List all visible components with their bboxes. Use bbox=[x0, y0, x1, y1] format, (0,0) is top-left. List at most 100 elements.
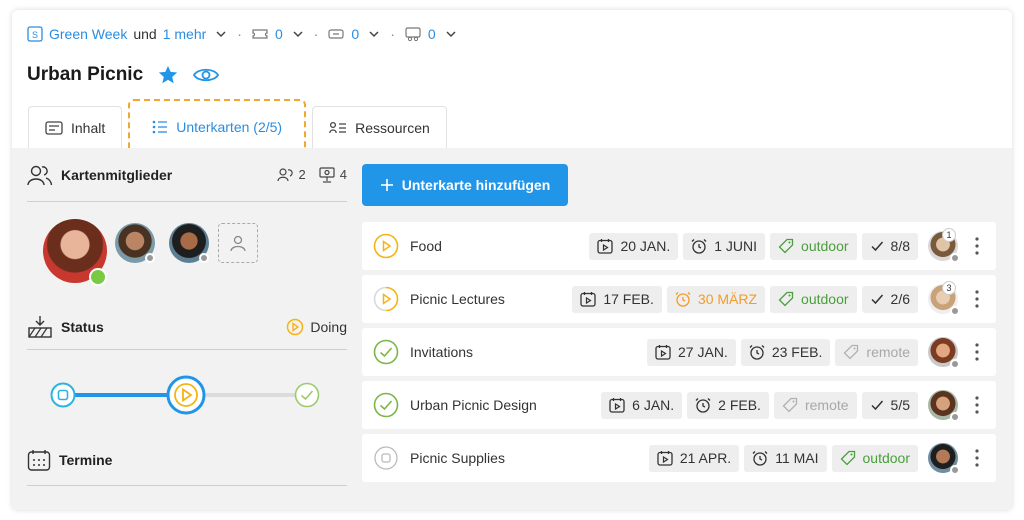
tab-label: Ressourcen bbox=[355, 119, 430, 136]
step-done-icon[interactable] bbox=[294, 382, 320, 408]
members-section-header: Kartenmitglieder 2 4 bbox=[27, 148, 347, 202]
star-icon[interactable] bbox=[157, 64, 179, 86]
checklist-progress: 8/8 bbox=[890, 238, 910, 254]
tab-label: Inhalt bbox=[71, 119, 106, 136]
resources-icon bbox=[329, 121, 347, 133]
start-date: 17 FEB. bbox=[603, 291, 654, 307]
chevron-down-icon[interactable] bbox=[214, 27, 228, 41]
tag-icon bbox=[844, 344, 859, 360]
check-icon bbox=[871, 241, 883, 252]
tab-subcards[interactable]: Unterkarten (2/5) bbox=[128, 99, 307, 155]
chevron-down-icon[interactable] bbox=[367, 27, 381, 41]
project-link[interactable]: Green Week bbox=[49, 26, 127, 42]
chevron-down-icon[interactable] bbox=[291, 27, 305, 41]
subcard-status-icon[interactable] bbox=[373, 445, 399, 471]
due-date-icon bbox=[691, 239, 707, 254]
subcard-status-icon[interactable] bbox=[373, 392, 399, 418]
watchers-icon[interactable] bbox=[276, 167, 295, 182]
start-date-chip[interactable]: 21 APR. bbox=[648, 444, 740, 472]
checklist-chip[interactable]: 5/5 bbox=[861, 391, 918, 419]
tag-chip[interactable]: remote bbox=[835, 338, 918, 366]
chevron-down-icon[interactable] bbox=[444, 27, 458, 41]
tab-resources[interactable]: Ressourcen bbox=[312, 106, 447, 148]
due-date-icon bbox=[749, 345, 765, 360]
page-title[interactable]: Urban Picnic bbox=[27, 64, 143, 86]
assignee-count-badge: 3 bbox=[942, 281, 956, 295]
more-options-icon[interactable] bbox=[974, 288, 980, 310]
subcard-name[interactable]: Invitations bbox=[410, 344, 473, 360]
card-link-icon bbox=[328, 29, 345, 39]
viewers-count: 4 bbox=[339, 167, 347, 182]
tag-icon bbox=[778, 238, 794, 254]
due-date-chip[interactable]: 30 MÄRZ bbox=[666, 285, 766, 313]
subcard-row[interactable]: Invitations 27 JAN. 23 FEB. remote bbox=[362, 328, 996, 376]
relation-count[interactable]: 0 bbox=[428, 26, 436, 42]
add-member-button[interactable] bbox=[218, 223, 258, 263]
subcard-list: Food 20 JAN. 1 JUNI outdoor 8/8 1 Picnic Lectu… bbox=[362, 222, 996, 487]
calendar-icon bbox=[27, 449, 51, 471]
start-date-chip[interactable]: 20 JAN. bbox=[589, 232, 679, 260]
subcard-row[interactable]: Picnic Supplies 21 APR. 11 MAI outdoor bbox=[362, 434, 996, 482]
status-stepper bbox=[27, 350, 347, 434]
tag-chip[interactable]: outdoor bbox=[831, 444, 918, 472]
subcard-name[interactable]: Urban Picnic Design bbox=[410, 397, 537, 413]
start-date-chip[interactable]: 27 JAN. bbox=[647, 338, 736, 366]
checklist-chip[interactable]: 8/8 bbox=[861, 232, 918, 260]
more-options-icon[interactable] bbox=[974, 394, 980, 416]
online-indicator bbox=[89, 268, 107, 286]
tab-content[interactable]: Inhalt bbox=[28, 106, 123, 148]
add-subcard-button[interactable]: Unterkarte hinzufügen bbox=[362, 164, 568, 206]
due-date-chip[interactable]: 23 FEB. bbox=[740, 338, 831, 366]
ticket-count[interactable]: 0 bbox=[275, 26, 283, 42]
tag-chip[interactable]: remote bbox=[773, 391, 857, 419]
subcard-row[interactable]: Food 20 JAN. 1 JUNI outdoor 8/8 1 bbox=[362, 222, 996, 270]
eye-icon[interactable] bbox=[193, 66, 220, 84]
due-date-icon bbox=[695, 398, 711, 413]
tag-icon bbox=[782, 397, 798, 413]
member-avatars bbox=[27, 202, 347, 298]
checklist-chip[interactable]: 2/6 bbox=[861, 285, 918, 313]
status-indicator bbox=[950, 253, 960, 263]
subcard-name[interactable]: Food bbox=[410, 238, 442, 254]
start-date-chip[interactable]: 17 FEB. bbox=[572, 285, 662, 313]
separator-dot: · bbox=[390, 26, 395, 42]
subcard-row[interactable]: Picnic Lectures 17 FEB. 30 MÄRZ outdoor 2/6 3 bbox=[362, 275, 996, 323]
more-options-icon[interactable] bbox=[974, 447, 980, 469]
due-date-chip[interactable]: 1 JUNI bbox=[683, 232, 766, 260]
tab-content-area: Kartenmitglieder 2 4 Status Doing Termin… bbox=[12, 148, 1012, 510]
tag-label: outdoor bbox=[801, 291, 849, 307]
step-doing-icon[interactable] bbox=[166, 375, 206, 415]
tag-chip[interactable]: outdoor bbox=[770, 232, 857, 260]
more-options-icon[interactable] bbox=[974, 235, 980, 257]
subcard-status-icon[interactable] bbox=[373, 339, 399, 365]
subcard-status-icon[interactable] bbox=[373, 286, 399, 312]
more-projects-link[interactable]: 1 mehr bbox=[163, 26, 207, 42]
tag-chip[interactable]: outdoor bbox=[770, 285, 857, 313]
due-date-chip[interactable]: 2 FEB. bbox=[687, 391, 769, 419]
start-date-chip[interactable]: 6 JAN. bbox=[601, 391, 683, 419]
tag-icon bbox=[778, 291, 794, 307]
start-date: 20 JAN. bbox=[620, 238, 671, 254]
board-icon: S bbox=[27, 26, 43, 42]
checklist-progress: 2/6 bbox=[890, 291, 910, 307]
check-icon bbox=[871, 294, 883, 305]
subcard-name[interactable]: Picnic Lectures bbox=[410, 291, 505, 307]
start-date-icon bbox=[657, 451, 673, 466]
doing-icon bbox=[287, 318, 304, 335]
subcard-row[interactable]: Urban Picnic Design 6 JAN. 2 FEB. remote 5/5 bbox=[362, 381, 996, 429]
due-date-icon bbox=[675, 292, 691, 307]
subcard-name[interactable]: Picnic Supplies bbox=[410, 450, 505, 466]
status-heading: Status bbox=[61, 318, 104, 335]
more-options-icon[interactable] bbox=[974, 341, 980, 363]
assignee-count-badge: 1 bbox=[942, 228, 956, 242]
svg-text:S: S bbox=[32, 30, 38, 40]
linked-card-count[interactable]: 0 bbox=[351, 26, 359, 42]
step-backlog-icon[interactable] bbox=[50, 382, 76, 408]
presenter-icon[interactable] bbox=[318, 166, 336, 183]
due-date-chip[interactable]: 11 MAI bbox=[744, 444, 827, 472]
subcard-status-icon[interactable] bbox=[373, 233, 399, 259]
status-value[interactable]: Doing bbox=[286, 318, 347, 336]
status-indicator bbox=[950, 412, 960, 422]
due-date: 11 MAI bbox=[775, 450, 819, 466]
subcard-properties: 6 JAN. 2 FEB. remote 5/5 bbox=[601, 391, 918, 419]
